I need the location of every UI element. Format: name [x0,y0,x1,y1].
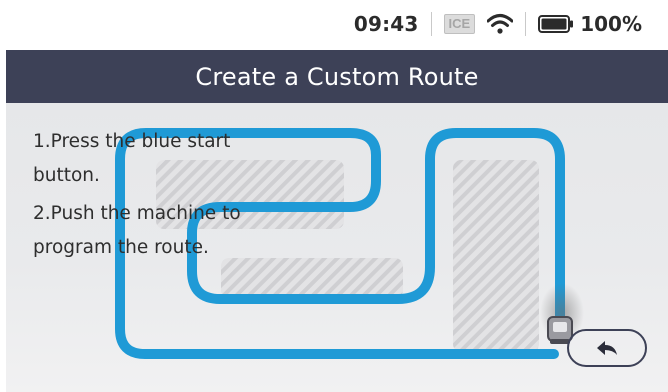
header-bar: Create a Custom Route [6,50,668,103]
status-bar: 09:43 ICE 100% [0,0,668,50]
clock: 09:43 [353,12,419,36]
status-divider [430,12,432,36]
back-button[interactable] [567,329,647,367]
battery-percent: 100% [580,12,642,36]
status-indicators: 09:43 ICE 100% [354,9,642,39]
instructions: 1.Press the blue start button. 2.Push th… [33,125,293,269]
obstacle-area-3 [453,160,539,352]
page-title: Create a Custom Route [195,62,479,91]
route-illustration-panel: 1.Press the blue start button. 2.Push th… [6,103,668,392]
ice-badge: ICE [443,14,476,34]
battery-icon [538,15,574,33]
status-divider-2 [525,12,527,36]
instruction-step-1: 1.Press the blue start button. [33,131,231,186]
back-arrow-icon [597,341,617,355]
wifi-icon [487,14,514,34]
instruction-step-2: 2.Push the machine to program the route. [33,203,241,258]
